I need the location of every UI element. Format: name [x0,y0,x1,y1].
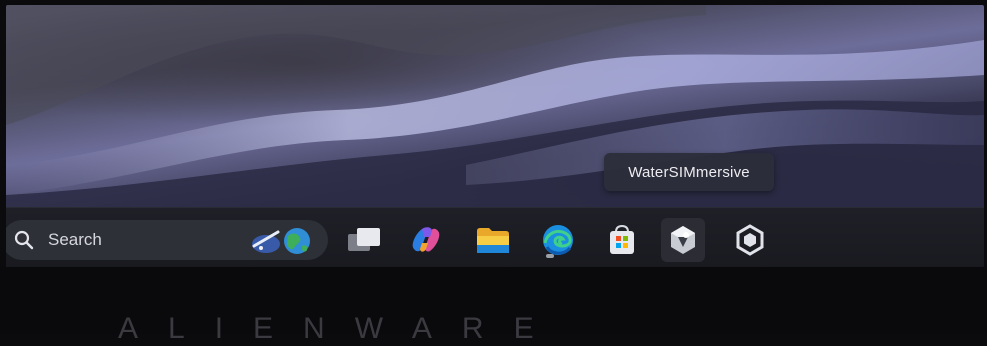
edge-button[interactable] [536,218,580,262]
watersim-icon [671,226,695,254]
taskbar: Search [6,207,984,267]
task-view-icon [348,228,380,251]
monitor-logo: ALIENWARE [118,312,564,345]
microsoft-store-button[interactable] [600,218,644,262]
tooltip-text: WaterSIMmersive [628,163,750,181]
search-highlight-icon[interactable] [252,226,314,256]
desktop-wallpaper [6,5,984,207]
copilot-button[interactable] [404,218,448,262]
file-explorer-button[interactable] [471,218,515,262]
desktop-screen: WaterSIMmersive Search [6,5,984,267]
edge-running-indicator [546,254,554,258]
edge-icon [543,225,573,255]
store-icon [610,224,634,254]
cube-icon [736,224,764,256]
search-icon [14,230,34,250]
folder-icon [477,228,509,253]
copilot-icon [412,227,440,252]
search-label: Search [48,230,102,249]
search-box[interactable]: Search [6,220,328,260]
watersimmersive-button[interactable] [661,218,705,262]
task-view-button[interactable] [342,218,386,262]
app-tooltip: WaterSIMmersive [604,153,774,191]
app-7-button[interactable] [728,218,772,262]
